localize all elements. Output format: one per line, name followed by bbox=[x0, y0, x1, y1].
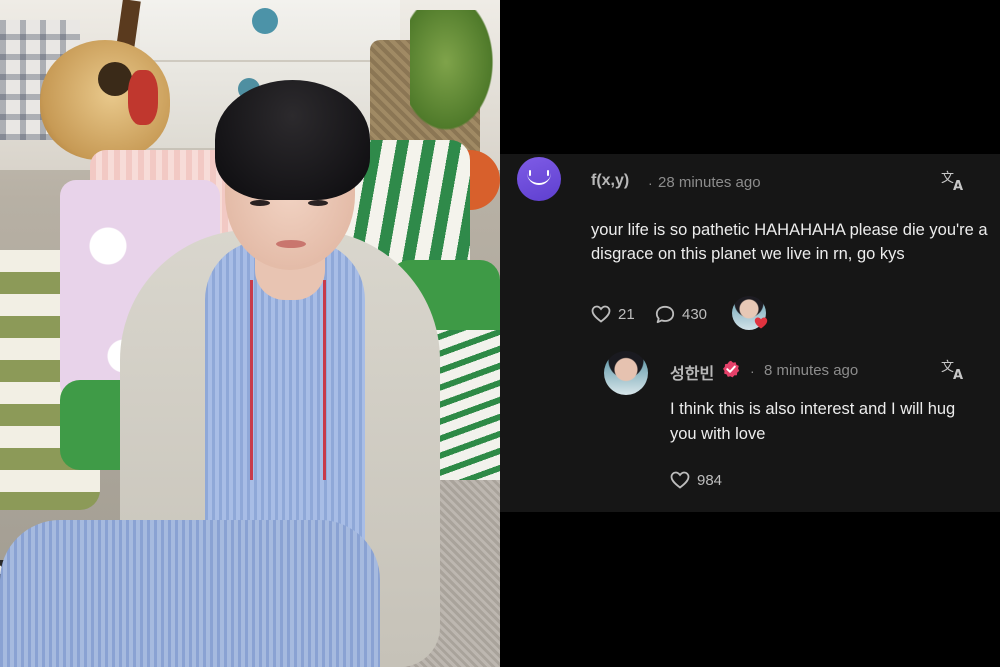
reply-username[interactable]: 성한빈 bbox=[670, 360, 714, 384]
guitar-pickguard bbox=[128, 70, 158, 125]
dresser-knob bbox=[252, 8, 278, 34]
verified-badge-icon bbox=[723, 360, 740, 378]
person-hair bbox=[215, 80, 370, 200]
comment-thread: f(x,y) · 28 minutes ago 文 A your life is… bbox=[500, 154, 1000, 512]
person-eye bbox=[308, 200, 328, 206]
comments-area: f(x,y) · 28 minutes ago 文 A your life is… bbox=[500, 0, 1000, 667]
reply-like-count: 984 bbox=[697, 471, 723, 489]
reply-timestamp: 8 minutes ago bbox=[764, 362, 859, 379]
reply-body: I think this is also interest and I will… bbox=[670, 400, 956, 443]
translate-icon[interactable]: 文 A bbox=[940, 358, 966, 380]
photo-plant bbox=[410, 10, 500, 140]
guitar-soundhole bbox=[98, 62, 132, 96]
person-lips bbox=[276, 240, 306, 248]
reply-like-button[interactable]: 984 bbox=[670, 471, 722, 489]
meta-separator: · bbox=[750, 363, 755, 379]
comment-body: your life is so pathetic HAHAHAHA please… bbox=[591, 221, 988, 263]
person-pants bbox=[0, 520, 380, 667]
comment-like-count: 21 bbox=[618, 305, 635, 323]
heart-icon bbox=[754, 317, 768, 329]
smile-logo-icon bbox=[527, 170, 551, 185]
heart-outline-icon bbox=[670, 471, 690, 489]
profile-photo bbox=[0, 0, 500, 667]
person-eye bbox=[250, 200, 270, 206]
heart-outline-icon bbox=[591, 305, 611, 323]
commenter-username[interactable]: f(x,y) bbox=[591, 172, 629, 190]
meta-separator: · bbox=[648, 175, 653, 191]
speech-bubble-icon bbox=[655, 305, 675, 324]
comment-timestamp: 28 minutes ago bbox=[658, 174, 761, 191]
reply-avatar[interactable] bbox=[604, 351, 648, 395]
comment-reply-button[interactable]: 430 bbox=[655, 305, 707, 324]
comment-reply-count: 430 bbox=[682, 306, 708, 323]
svg-text:A: A bbox=[953, 179, 963, 191]
translate-icon[interactable]: 文 A bbox=[940, 169, 966, 191]
commenter-avatar[interactable] bbox=[517, 157, 561, 201]
svg-text:A: A bbox=[953, 368, 963, 380]
comment-like-button[interactable]: 21 bbox=[591, 305, 635, 323]
